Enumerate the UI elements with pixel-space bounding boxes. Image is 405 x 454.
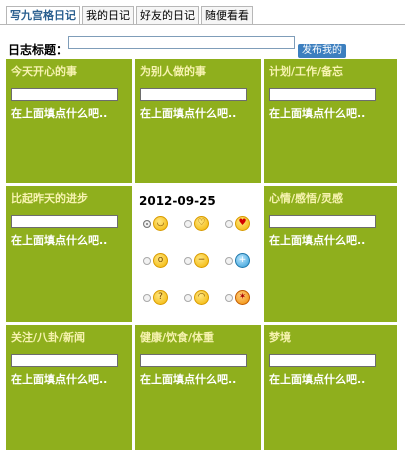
tab-browse[interactable]: 随便看看 xyxy=(201,6,253,25)
cell-hint: 在上面填点什么吧.. xyxy=(269,107,366,120)
thinking-emoji-icon: ? xyxy=(153,290,168,305)
cell-title: 关注/八卦/新闻 xyxy=(11,331,86,344)
mood-radio[interactable] xyxy=(143,293,151,302)
cell-plan-work: 计划/工作/备忘 在上面填点什么吧.. xyxy=(264,59,397,183)
tab-bar: 写九宫格日记 我的日记 好友的日记 随便看看 xyxy=(6,6,255,25)
cell-title: 为别人做的事 xyxy=(140,65,206,78)
cell-hint: 在上面填点什么吧.. xyxy=(269,373,366,386)
cell-title: 今天开心的事 xyxy=(11,65,77,78)
mood-option[interactable]: ♡ xyxy=(184,216,209,231)
blue-face-emoji-icon: + xyxy=(235,253,250,268)
cell-hint: 在上面填点什么吧.. xyxy=(140,107,237,120)
cell-input[interactable] xyxy=(269,354,376,367)
cell-progress: 比起昨天的进步 在上面填点什么吧.. xyxy=(6,186,132,322)
cell-hint: 在上面填点什么吧.. xyxy=(11,234,108,247)
tab-my-diary[interactable]: 我的日记 xyxy=(82,6,134,25)
cell-input[interactable] xyxy=(269,215,376,228)
mood-option[interactable]: − xyxy=(184,253,209,268)
cell-title: 健康/饮食/体重 xyxy=(140,331,215,344)
mood-option[interactable]: ✶ xyxy=(225,290,250,305)
grin-emoji-icon: ◠ xyxy=(194,290,209,305)
publish-button[interactable]: 发布我的 xyxy=(298,44,346,58)
mood-option[interactable]: ◠ xyxy=(184,290,209,305)
tab-divider xyxy=(0,24,405,25)
mood-option[interactable]: o xyxy=(143,253,168,268)
mood-cell: 2012-09-25 ◡ ♡ ♥ o − + ? ◠ ✶ xyxy=(135,186,261,322)
mood-option[interactable]: ◡ xyxy=(143,216,168,231)
mood-option[interactable]: ? xyxy=(143,290,168,305)
diary-date: 2012-09-25 xyxy=(139,194,216,208)
mood-radio[interactable] xyxy=(143,219,151,228)
title-label: 日志标题： xyxy=(8,43,69,57)
tab-friends-diary[interactable]: 好友的日记 xyxy=(136,6,199,25)
cell-hint: 在上面填点什么吧.. xyxy=(140,373,237,386)
cell-for-others: 为别人做的事 在上面填点什么吧.. xyxy=(135,59,261,183)
mood-option[interactable]: + xyxy=(225,253,250,268)
smile-emoji-icon: ◡ xyxy=(153,216,168,231)
cell-input[interactable] xyxy=(11,215,118,228)
sleepy-emoji-icon: − xyxy=(194,253,209,268)
cell-input[interactable] xyxy=(11,88,118,101)
cell-input[interactable] xyxy=(11,354,118,367)
cell-hint: 在上面填点什么吧.. xyxy=(11,373,108,386)
mood-radio[interactable] xyxy=(184,293,192,302)
diary-title-input[interactable] xyxy=(68,36,295,49)
heart-eyes-emoji-icon: ♥ xyxy=(235,216,250,231)
cell-input[interactable] xyxy=(140,354,247,367)
cell-hint: 在上面填点什么吧.. xyxy=(269,234,366,247)
mood-radio[interactable] xyxy=(143,256,151,265)
cell-happy-things: 今天开心的事 在上面填点什么吧.. xyxy=(6,59,132,183)
mood-radio[interactable] xyxy=(225,293,233,302)
cell-health: 健康/饮食/体重 在上面填点什么吧.. xyxy=(135,325,261,450)
cell-title: 比起昨天的进步 xyxy=(11,192,88,205)
mood-radio[interactable] xyxy=(184,256,192,265)
cell-title: 心情/感悟/灵感 xyxy=(269,192,344,205)
mood-radio[interactable] xyxy=(225,219,233,228)
cell-hint: 在上面填点什么吧.. xyxy=(11,107,108,120)
angry-emoji-icon: ✶ xyxy=(235,290,250,305)
nine-grid: 今天开心的事 在上面填点什么吧.. 为别人做的事 在上面填点什么吧.. 计划/工… xyxy=(6,59,397,450)
cell-news: 关注/八卦/新闻 在上面填点什么吧.. xyxy=(6,325,132,450)
tab-write-diary[interactable]: 写九宫格日记 xyxy=(6,6,80,25)
cell-dream: 梦境 在上面填点什么吧.. xyxy=(264,325,397,450)
cell-mood-feelings: 心情/感悟/灵感 在上面填点什么吧.. xyxy=(264,186,397,322)
mood-radio[interactable] xyxy=(225,256,233,265)
cell-input[interactable] xyxy=(269,88,376,101)
mood-option[interactable]: ♥ xyxy=(225,216,250,231)
blush-emoji-icon: ♡ xyxy=(194,216,209,231)
surprised-emoji-icon: o xyxy=(153,253,168,268)
cell-input[interactable] xyxy=(140,88,247,101)
mood-radio[interactable] xyxy=(184,219,192,228)
cell-title: 梦境 xyxy=(269,331,291,344)
cell-title: 计划/工作/备忘 xyxy=(269,65,344,78)
